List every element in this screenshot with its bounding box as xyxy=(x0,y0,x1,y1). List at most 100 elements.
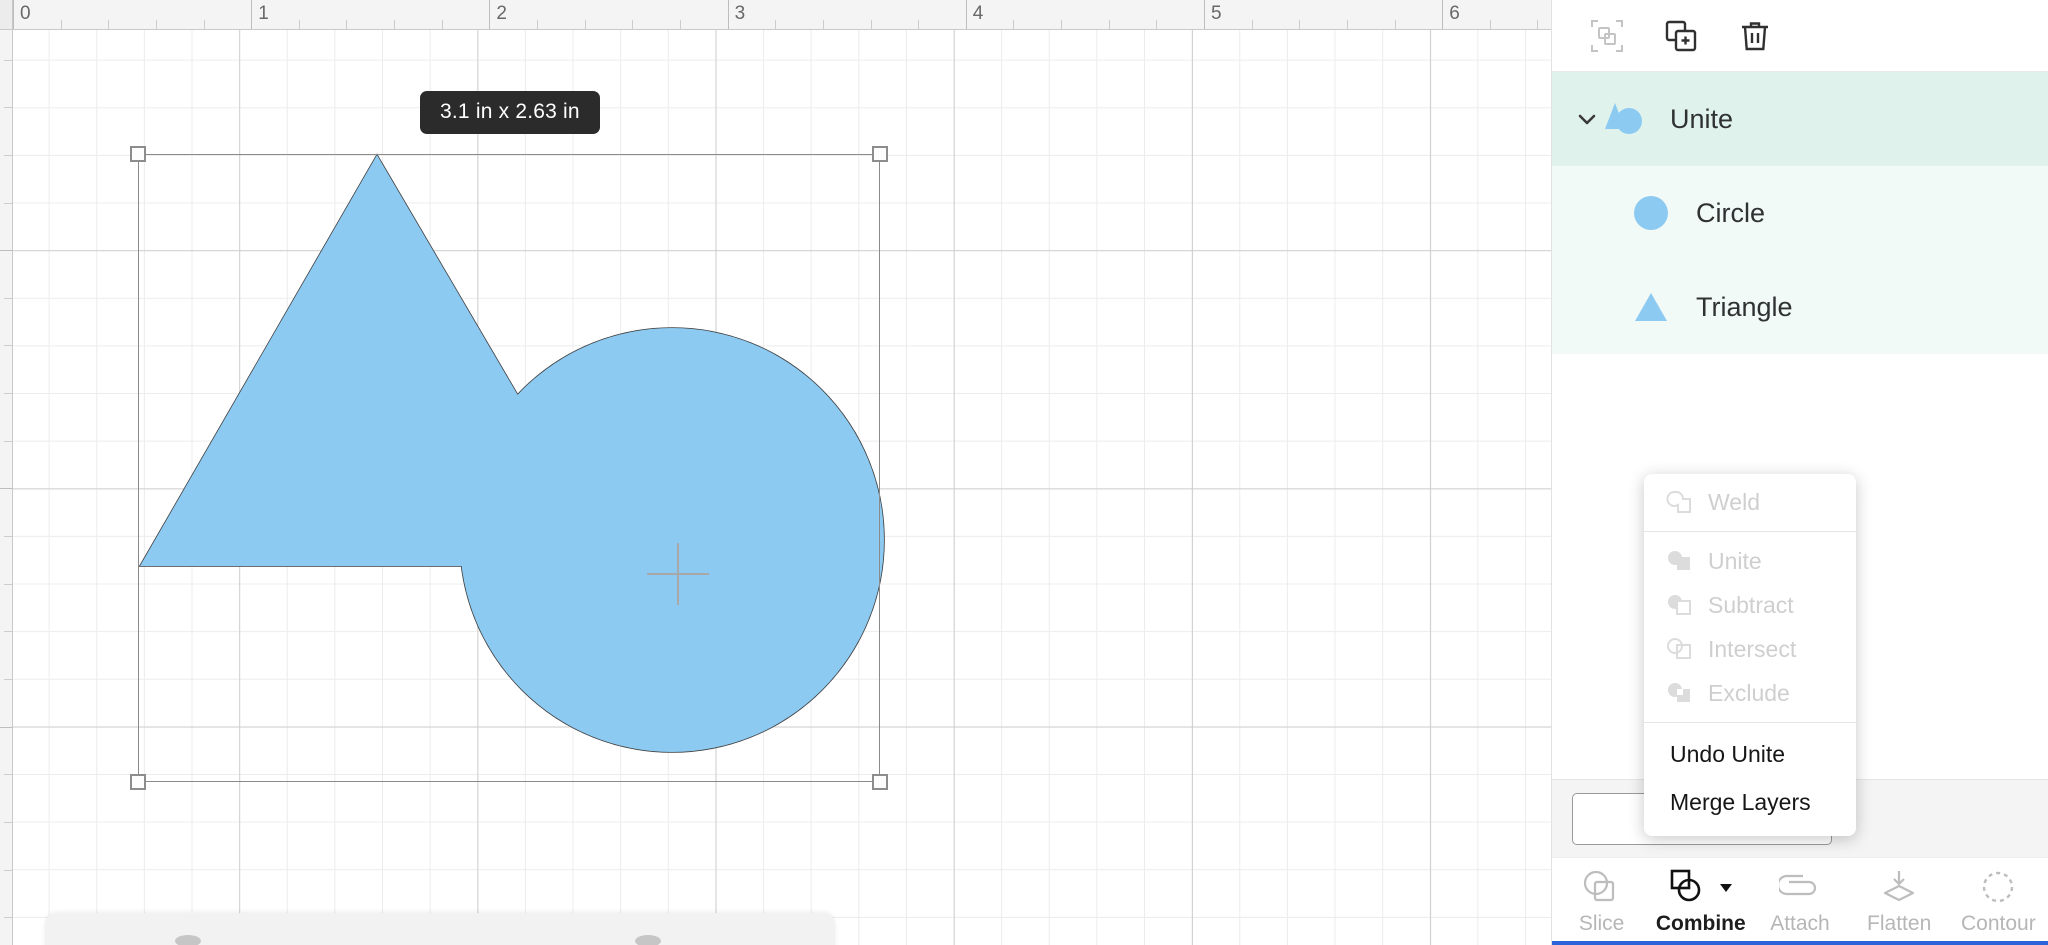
ruler-major-tick xyxy=(0,726,12,728)
menu-item-exclude: Exclude xyxy=(1644,671,1856,715)
menu-item-weld: Weld xyxy=(1644,480,1856,524)
dimension-tooltip: 3.1 in x 2.63 in xyxy=(420,91,600,134)
layer-row-unite[interactable]: Unite xyxy=(1552,72,2048,166)
op-flatten[interactable]: Flatten xyxy=(1851,866,1947,936)
ruler-minor-tick xyxy=(1061,20,1063,29)
menu-item-label: Undo Unite xyxy=(1670,740,1786,767)
ruler-minor-tick xyxy=(1108,20,1110,29)
ruler-minor-tick xyxy=(346,20,348,29)
ruler-minor-tick xyxy=(4,917,12,919)
menu-item-label: Weld xyxy=(1708,488,1760,515)
ruler-major-tick xyxy=(251,0,253,29)
ruler-minor-tick xyxy=(394,20,396,29)
ruler-minor-tick xyxy=(4,107,12,109)
op-label: Flatten xyxy=(1867,912,1932,935)
ruler-minor-tick xyxy=(1156,20,1158,29)
subtract-icon xyxy=(1666,592,1692,618)
menu-item-merge-layers[interactable]: Merge Layers xyxy=(1644,778,1856,826)
ruler-major-tick xyxy=(0,488,12,490)
ruler-minor-tick xyxy=(4,345,12,347)
menu-item-label: Merge Layers xyxy=(1670,788,1811,815)
app-root: 3.1 in x 2.63 in 0123456 Unite Circle Tr… xyxy=(0,0,2048,945)
ruler-minor-tick xyxy=(584,20,586,29)
design-canvas[interactable]: 3.1 in x 2.63 in 0 1 2 3 4 5 6 xyxy=(0,0,1551,945)
ruler-minor-tick xyxy=(4,297,12,299)
vertical-ruler xyxy=(0,30,13,945)
ruler-major-tick xyxy=(489,0,491,29)
ruler-label: 4 xyxy=(972,3,984,24)
menu-item-subtract: Subtract xyxy=(1644,583,1856,627)
group-icon[interactable] xyxy=(1586,15,1628,57)
floating-toolbar-item-2[interactable] xyxy=(635,935,661,945)
unite-shape-icon xyxy=(1602,96,1648,142)
ruler-label: 6 xyxy=(1449,3,1460,24)
resize-handle-bottom-right[interactable] xyxy=(872,774,888,790)
ruler-major-tick xyxy=(0,250,12,252)
ruler-major-tick xyxy=(1442,0,1444,29)
op-slice[interactable]: Slice xyxy=(1554,866,1650,936)
op-combine[interactable]: Combine xyxy=(1653,866,1749,936)
ruler-minor-tick xyxy=(1299,20,1301,29)
ruler-label: 0 xyxy=(20,3,31,24)
ruler-major-tick xyxy=(13,0,14,29)
op-attach[interactable]: Attach xyxy=(1752,866,1848,936)
resize-handle-top-right[interactable] xyxy=(872,146,888,162)
ruler-minor-tick xyxy=(1537,20,1539,29)
ruler-minor-tick xyxy=(1251,20,1253,29)
menu-separator xyxy=(1644,722,1856,723)
ruler-major-tick xyxy=(1204,0,1205,29)
circle-icon xyxy=(1628,190,1674,236)
op-label: Contour xyxy=(1960,912,2036,935)
layer-row-circle[interactable]: Circle xyxy=(1552,166,2048,260)
layer-label: Unite xyxy=(1670,103,1734,134)
duplicate-icon[interactable] xyxy=(1660,15,1702,57)
ruler-label: 5 xyxy=(1211,3,1222,24)
weld-icon xyxy=(1666,489,1692,515)
ruler-minor-tick xyxy=(1013,20,1015,29)
ruler-minor-tick xyxy=(775,20,777,29)
delete-icon[interactable] xyxy=(1734,15,1776,57)
menu-item-label: Exclude xyxy=(1708,679,1790,706)
ruler-minor-tick xyxy=(4,869,12,871)
contour-icon xyxy=(1979,866,2017,908)
combine-icon xyxy=(1668,866,1734,908)
menu-separator xyxy=(1644,531,1856,532)
op-contour[interactable]: Contour xyxy=(1950,866,2046,936)
ruler-minor-tick xyxy=(4,440,12,442)
ruler-minor-tick xyxy=(155,20,157,29)
menu-item-label: Intersect xyxy=(1708,635,1797,662)
ruler-minor-tick xyxy=(60,20,62,29)
ruler-minor-tick xyxy=(4,821,12,823)
ruler-minor-tick xyxy=(1346,20,1348,29)
horizontal-ruler: 0 1 2 3 4 5 6 xyxy=(0,0,1551,30)
ruler-minor-tick xyxy=(4,631,12,633)
ruler-major-tick xyxy=(727,0,729,29)
ruler-minor-tick xyxy=(4,774,12,776)
combine-context-menu[interactable]: Weld Unite Subtract Intersect Exclude Undo Un… xyxy=(1644,474,1856,836)
triangle-icon xyxy=(1628,284,1674,330)
resize-handle-bottom-left[interactable] xyxy=(130,774,146,790)
canvas-floating-toolbar[interactable] xyxy=(45,913,835,945)
layer-row-triangle[interactable]: Triangle xyxy=(1552,260,2048,354)
ruler-minor-tick xyxy=(108,20,110,29)
op-label: Combine xyxy=(1655,912,1746,935)
ruler-minor-tick xyxy=(4,59,12,61)
unite-icon xyxy=(1666,548,1692,574)
menu-item-unite: Unite xyxy=(1644,539,1856,583)
layer-label: Circle xyxy=(1696,197,1766,228)
layer-label: Triangle xyxy=(1696,291,1793,322)
menu-item-label: Unite xyxy=(1708,547,1762,574)
menu-item-label: Subtract xyxy=(1708,591,1794,618)
chevron-down-icon[interactable] xyxy=(1572,104,1602,134)
ruler-minor-tick xyxy=(1489,20,1491,29)
ruler-minor-tick xyxy=(203,20,205,29)
selection-bounding-box[interactable] xyxy=(130,146,888,790)
ruler-minor-tick xyxy=(537,20,539,29)
menu-item-undo-unite[interactable]: Undo Unite xyxy=(1644,730,1856,778)
resize-handle-top-left[interactable] xyxy=(130,146,146,162)
floating-toolbar-item-1[interactable] xyxy=(175,935,201,945)
exclude-icon xyxy=(1666,680,1692,706)
operations-toolbar: Slice Combine Attach Flatten Contour xyxy=(1552,857,2048,945)
ruler-minor-tick xyxy=(4,583,12,585)
op-label: Slice xyxy=(1578,912,1625,935)
